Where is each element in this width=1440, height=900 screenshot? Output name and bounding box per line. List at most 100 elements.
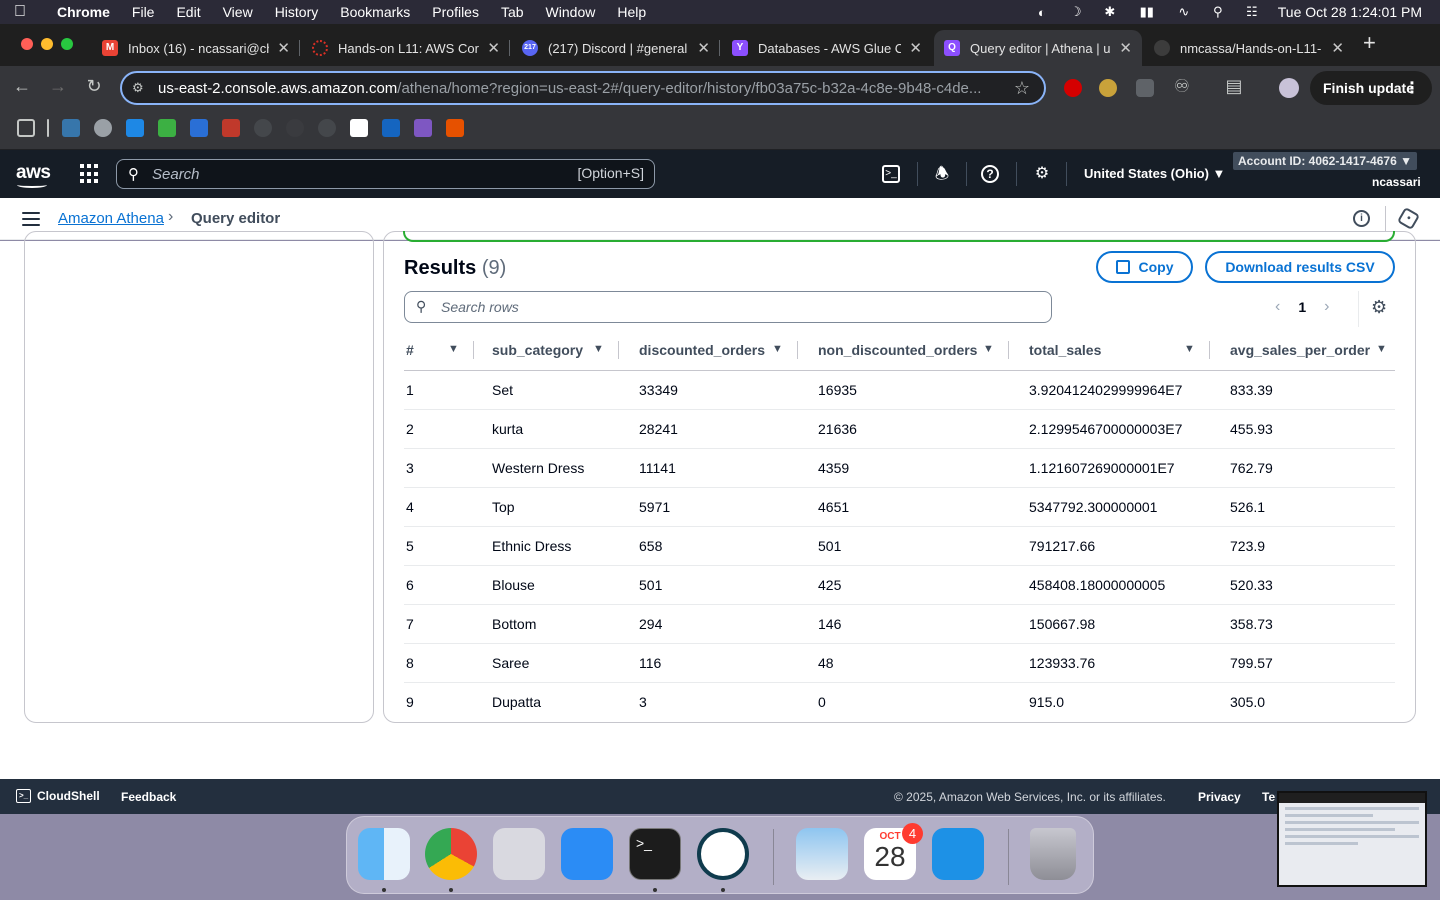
table-row[interactable]: 4 Top 5971 4651 5347792.300000001 526.1 <box>404 487 1395 527</box>
extensions-puzzle-icon[interactable]: ♾ <box>1170 76 1194 97</box>
table-row[interactable]: 1 Set 33349 16935 3.9204124029999964E7 833.39 <box>404 370 1395 410</box>
tab-gmail[interactable]: M Inbox (16) - ncassari@ch ✕ <box>92 30 300 66</box>
table-row[interactable]: 3 Western Dress 11141 4359 1.121607269000001… <box>404 448 1395 488</box>
terms-link[interactable]: Terms <box>1262 790 1276 804</box>
finder-icon[interactable] <box>358 828 410 880</box>
next-page-icon[interactable]: › <box>1324 298 1329 316</box>
close-window-button[interactable] <box>21 38 33 50</box>
bookmark-mountain-icon[interactable] <box>190 119 208 137</box>
tab-athena-query-editor[interactable]: Q Query editor | Athena | u ✕ <box>934 30 1142 66</box>
sort-triangle-icon[interactable]: ▼ <box>593 343 604 355</box>
breadcrumb-amazon-athena[interactable]: Amazon Athena <box>58 210 164 227</box>
apps-grid-icon[interactable] <box>17 119 35 137</box>
close-tab-icon[interactable]: ✕ <box>697 39 710 57</box>
mail-icon[interactable] <box>561 828 613 880</box>
focus-moon-icon[interactable]: ☽ <box>1068 4 1084 20</box>
more-menu-icon[interactable]: ⋮ <box>1404 78 1420 98</box>
bookmark-dark-icon[interactable] <box>286 119 304 137</box>
tab-aws-glue[interactable]: Y Databases - AWS Glue C ✕ <box>722 30 932 66</box>
menu-file[interactable]: File <box>121 4 166 20</box>
forward-arrow-icon[interactable]: → <box>46 76 70 97</box>
column-header-sub-category[interactable]: sub_category ▼ <box>474 330 619 371</box>
side-nav-toggle-icon[interactable] <box>22 212 40 230</box>
apple-icon[interactable]:  <box>0 3 40 21</box>
search-rows-input[interactable]: ⚲ Search rows <box>404 291 1052 323</box>
spotlight-search-icon[interactable]: ⚲ <box>1210 4 1226 20</box>
table-row[interactable]: 6 Blouse 501 425 458408.18000000005 520.33 <box>404 565 1395 605</box>
tab-github[interactable]: nmcassa/Hands-on-L11- ✕ <box>1144 30 1354 66</box>
current-page[interactable]: 1 <box>1298 299 1306 315</box>
notifications-bell-icon[interactable]: 🕭 <box>931 163 953 185</box>
close-tab-icon[interactable]: ✕ <box>277 39 290 57</box>
close-tab-icon[interactable]: ✕ <box>487 39 500 57</box>
bookmark-github-icon[interactable] <box>254 119 272 137</box>
bookmark-shield-icon[interactable] <box>222 119 240 137</box>
settings-gear-icon[interactable]: ⚙ <box>1031 163 1053 185</box>
bookmark-green-icon[interactable] <box>158 119 176 137</box>
column-header-non-discounted-orders[interactable]: non_discounted_orders ▼ <box>798 330 1009 371</box>
table-row[interactable]: 5 Ethnic Dress 658 501 791217.66 723.9 <box>404 526 1395 566</box>
bluetooth-icon[interactable]: ✱ <box>1102 4 1118 20</box>
menu-tab[interactable]: Tab <box>490 4 535 20</box>
menu-bar-clock[interactable]: Tue Oct 28 1:24:01 PM <box>1278 4 1422 20</box>
site-settings-icon[interactable]: ⚙ <box>132 80 148 96</box>
menu-profiles[interactable]: Profiles <box>421 4 490 20</box>
bookmark-tool-icon[interactable] <box>94 119 112 137</box>
battery-icon[interactable]: ▮▮ <box>1136 4 1158 20</box>
feedback-hexagon-icon[interactable]: • <box>1396 206 1421 231</box>
sort-triangle-icon[interactable]: ▼ <box>448 343 459 355</box>
table-row[interactable]: 9 Dupatta 3 0 915.0 305.0 <box>404 682 1395 721</box>
app-circle-icon[interactable] <box>697 828 749 880</box>
table-row[interactable]: 7 Bottom 294 146 150667.98 358.73 <box>404 604 1395 644</box>
previous-page-icon[interactable]: ‹ <box>1275 298 1280 316</box>
tab-hands-on[interactable]: Hands-on L11: AWS Core ✕ <box>302 30 510 66</box>
bookmark-blue-icon[interactable] <box>126 119 144 137</box>
cloudshell-button[interactable]: >_ CloudShell <box>16 789 100 803</box>
aws-search-input[interactable]: ⚲ Search [Option+S] <box>116 159 655 189</box>
menu-window[interactable]: Window <box>535 4 607 20</box>
finish-update-button[interactable]: Finish update ⋮ <box>1310 71 1432 105</box>
extension-colorful-icon[interactable] <box>1099 79 1117 97</box>
download-results-csv-button[interactable]: Download results CSV <box>1205 251 1395 283</box>
bookmark-orange-icon[interactable] <box>446 119 464 137</box>
user-name[interactable]: ncassari <box>1372 175 1421 189</box>
sort-triangle-icon[interactable]: ▼ <box>1184 343 1195 355</box>
account-menu[interactable]: Account ID: 4062-1417-4676 ▼ <box>1233 152 1417 170</box>
tab-discord[interactable]: 217 (217) Discord | #general ✕ <box>512 30 720 66</box>
sort-triangle-icon[interactable]: ▼ <box>772 343 783 355</box>
chrome-icon[interactable] <box>425 828 477 880</box>
screenshot-thumbnail-preview[interactable] <box>1277 791 1427 887</box>
bookmark-python-icon[interactable] <box>62 119 80 137</box>
close-tab-icon[interactable]: ✕ <box>1331 39 1344 57</box>
address-bar[interactable]: ⚙ us-east-2.console.aws.amazon.com/athen… <box>120 71 1046 105</box>
preview-icon[interactable] <box>796 828 848 880</box>
menu-history[interactable]: History <box>264 4 330 20</box>
close-tab-icon[interactable]: ✕ <box>909 39 922 57</box>
vpn-status-icon[interactable]: ◐ <box>1034 5 1050 20</box>
column-header-avg-sales-per-order[interactable]: avg_sales_per_order ▼ <box>1210 330 1395 371</box>
extension-red-icon[interactable] <box>1064 79 1082 97</box>
column-header-total-sales[interactable]: total_sales ▼ <box>1009 330 1210 371</box>
bookmark-sa-icon[interactable] <box>382 119 400 137</box>
menu-edit[interactable]: Edit <box>165 4 211 20</box>
trash-icon[interactable] <box>1030 828 1076 880</box>
copy-button[interactable]: Copy <box>1096 251 1193 283</box>
control-center-icon[interactable]: ☷ <box>1244 4 1260 20</box>
help-icon[interactable]: ? <box>981 165 999 183</box>
table-row[interactable]: 8 Saree 116 48 123933.76 799.57 <box>404 643 1395 683</box>
launchpad-icon[interactable] <box>493 828 545 880</box>
back-arrow-icon[interactable]: ← <box>10 76 34 97</box>
menu-bookmarks[interactable]: Bookmarks <box>329 4 421 20</box>
table-row[interactable]: 2 kurta 28241 21636 2.1299546700000003E7 455.… <box>404 409 1395 449</box>
wifi-icon[interactable]: ∿ <box>1176 4 1192 20</box>
zoom-window-button[interactable] <box>61 38 73 50</box>
menu-app-chrome[interactable]: Chrome <box>40 4 121 20</box>
profile-avatar[interactable] <box>1279 78 1299 98</box>
region-selector[interactable]: United States (Ohio) ▼ <box>1084 166 1225 181</box>
feedback-link[interactable]: Feedback <box>121 790 176 804</box>
cloudshell-icon[interactable]: >_ <box>882 165 900 183</box>
info-icon[interactable]: i <box>1353 210 1370 227</box>
privacy-link[interactable]: Privacy <box>1198 790 1241 804</box>
new-tab-button[interactable]: + <box>1363 30 1376 56</box>
extension-function-icon[interactable] <box>1136 79 1154 97</box>
